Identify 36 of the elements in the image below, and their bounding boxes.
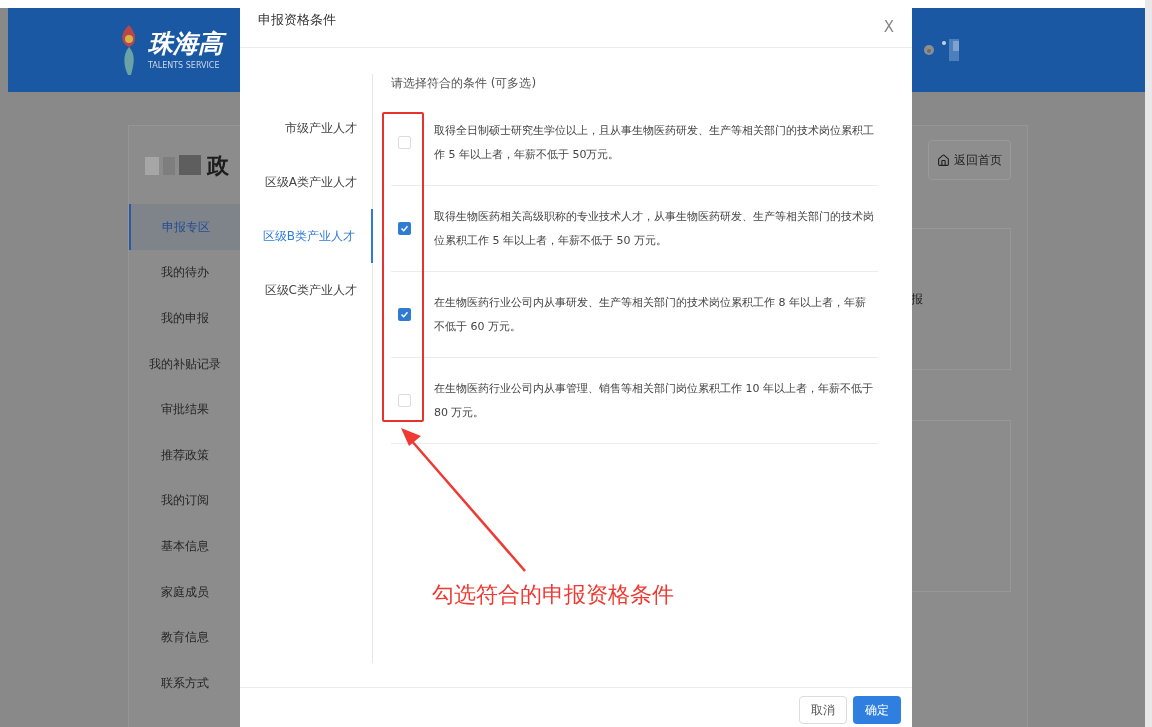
panel-text: 报 [911,291,923,308]
check-icon [400,310,409,319]
dialog-title: 申报资格条件 [258,11,336,29]
checkbox[interactable] [398,308,411,321]
home-icon [937,153,950,167]
checkbox[interactable] [398,222,411,235]
criterion-text: 取得生物医药相关高级职称的专业技术人才，从事生物医药研发、生产等相关部门的技术岗位累积工作 5 年以上者，年薪不低于 50 万元。 [434,208,875,249]
cancel-button[interactable]: 取消 [799,696,847,724]
annotation-text: 勾选符合的申报资格条件 [432,581,674,609]
sidebar-item[interactable]: 我的补贴记录 [129,340,241,387]
category-tab[interactable]: 区级B类产业人才 [240,209,373,263]
sidebar-item[interactable]: 家庭成员 [129,568,241,615]
home-button[interactable]: 返回首页 [928,140,1011,180]
category-tab[interactable]: 市级产业人才 [240,101,373,155]
sidebar-item[interactable]: 审批结果 [129,386,241,432]
criterion-text: 取得全日制硕士研究生学位以上，且从事生物医药研发、生产等相关部门的技术岗位累积工作 5 年以上者，年薪不低于 50万元。 [434,122,875,163]
sidebar-item[interactable]: 我的待办 [129,249,241,296]
sidebar-item[interactable]: 联系方式 [129,659,241,706]
criterion-text: 在生物医药行业公司内从事管理、销售等相关部门岗位累积工作 10 年以上者，年薪不低于 80 万元。 [434,380,874,421]
criterion-text: 在生物医药行业公司内从事研发、生产等相关部门的技术岗位累积工作 8 年以上者，年薪不低于 60 万元。 [434,294,867,335]
logo-subtitle: TALENTS SERVICE [148,60,221,72]
checkbox[interactable] [398,394,411,407]
confirm-button[interactable]: 确定 [853,696,901,724]
category-tab[interactable]: 区级A类产业人才 [240,155,373,209]
checkbox[interactable] [398,136,411,149]
sidebar-item[interactable]: 教育信息 [129,614,241,660]
page-title: 政 [207,151,229,180]
prompt-text: 请选择符合的条件 (可多选) [391,75,538,92]
avatar-icon [923,44,935,56]
sidebar-item[interactable]: 我的订阅 [129,477,241,524]
sidebar-item[interactable]: 推荐政策 [129,431,241,478]
category-tab[interactable]: 区级C类产业人才 [240,263,373,317]
sidebar-item[interactable]: 基本信息 [129,523,241,569]
close-button[interactable]: X [883,16,894,39]
sidebar-item[interactable]: 我的申报 [129,295,241,341]
check-icon [400,224,409,233]
